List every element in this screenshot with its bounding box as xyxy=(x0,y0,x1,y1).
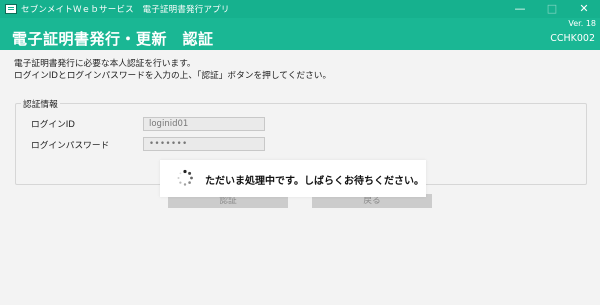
screen-code: CCHK002 xyxy=(550,33,595,44)
description-line-1: 電子証明書発行に必要な本人認証を行います。 xyxy=(14,59,196,69)
close-button[interactable]: ✕ xyxy=(568,0,600,18)
password-label: ログインパスワード xyxy=(31,141,110,151)
processing-overlay: ただいま処理中です。しばらくお待ちください。 xyxy=(160,160,426,197)
screen-title: 電子証明書発行・更新 認証 xyxy=(12,30,214,48)
login-id-label: ログインID xyxy=(31,120,76,130)
group-title: 認証情報 xyxy=(21,97,60,110)
maximize-button[interactable]: □ xyxy=(536,0,568,18)
description-line-2: ログインIDとログインパスワードを入力の上、「認証」ボタンを押してください。 xyxy=(14,71,332,81)
window-title: セブンメイトＷｅｂサービス 電子証明書発行アプリ xyxy=(21,5,230,15)
window-controls: — □ ✕ xyxy=(504,0,600,18)
password-input[interactable]: ••••••• xyxy=(143,137,265,151)
description: 電子証明書発行に必要な本人認証を行います。 ログインIDとログインパスワードを入… xyxy=(14,58,331,82)
app-icon xyxy=(5,4,17,14)
login-id-input[interactable]: loginid01 xyxy=(143,117,265,131)
app-window: セブンメイトＷｅｂサービス 電子証明書発行アプリ — □ ✕ Ver. 18 電… xyxy=(0,0,600,305)
loading-spinner-icon xyxy=(177,169,193,186)
version-label: Ver. 18 xyxy=(568,19,596,28)
minimize-button[interactable]: — xyxy=(504,0,536,18)
processing-message: ただいま処理中です。しばらくお待ちください。 xyxy=(205,176,424,187)
title-bar[interactable]: セブンメイトＷｅｂサービス 電子証明書発行アプリ — □ ✕ xyxy=(0,0,600,18)
screen-header: Ver. 18 電子証明書発行・更新 認証 CCHK002 xyxy=(0,18,600,50)
